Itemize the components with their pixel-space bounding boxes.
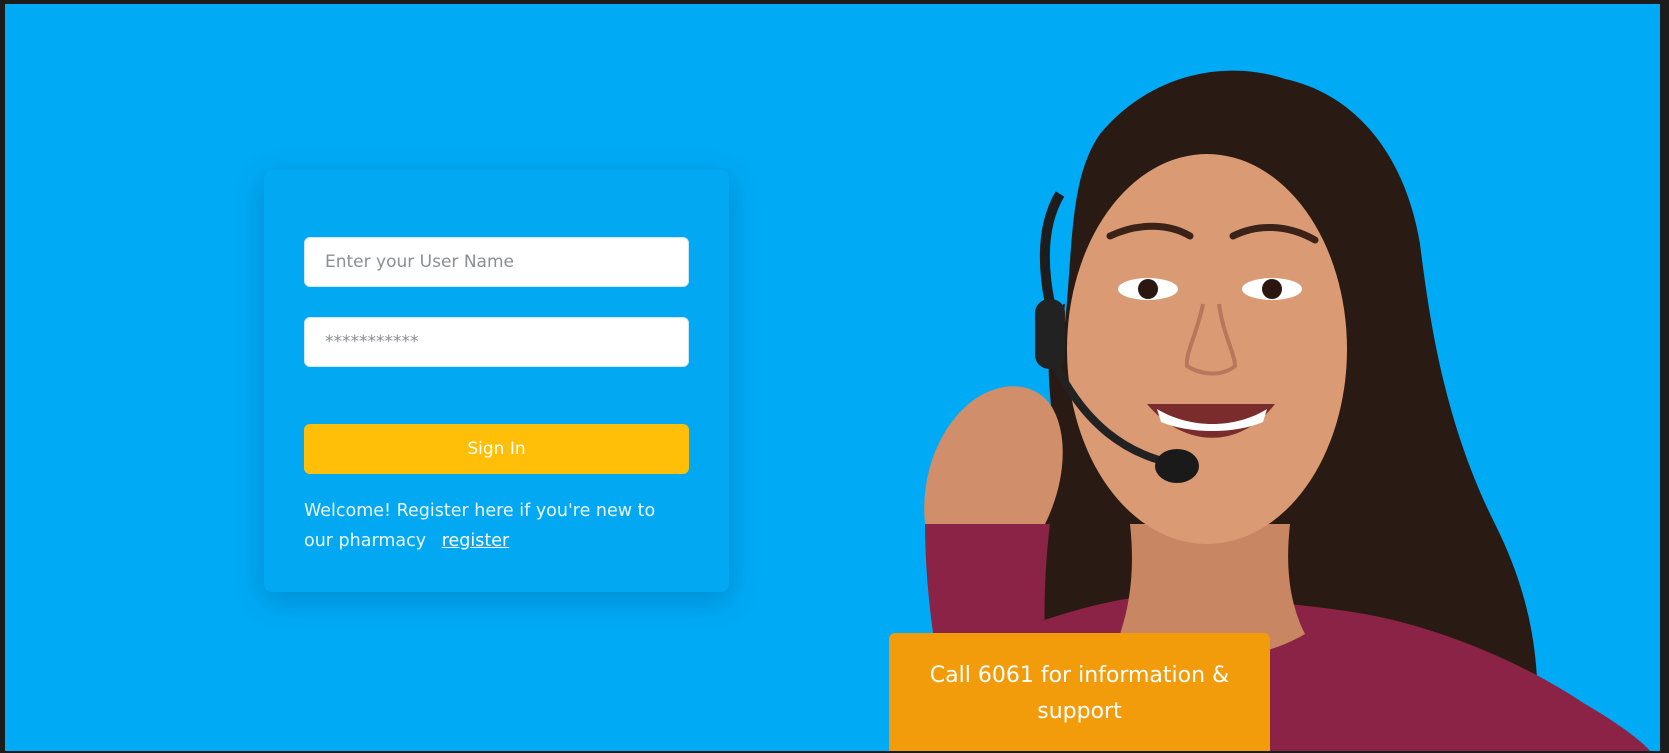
login-card: Sign In Welcome! Register here if you're… — [264, 170, 729, 592]
username-input[interactable] — [304, 237, 689, 287]
register-link[interactable]: register — [442, 531, 510, 551]
welcome-message: Welcome! Register here if you're new to … — [304, 496, 684, 556]
login-page: Sign In Welcome! Register here if you're… — [5, 4, 1660, 751]
password-input[interactable] — [304, 317, 689, 367]
sign-in-button[interactable]: Sign In — [304, 424, 689, 474]
call-support-text: Call 6061 for information & support — [929, 663, 1230, 724]
call-support-banner: Call 6061 for information & support — [889, 633, 1270, 751]
